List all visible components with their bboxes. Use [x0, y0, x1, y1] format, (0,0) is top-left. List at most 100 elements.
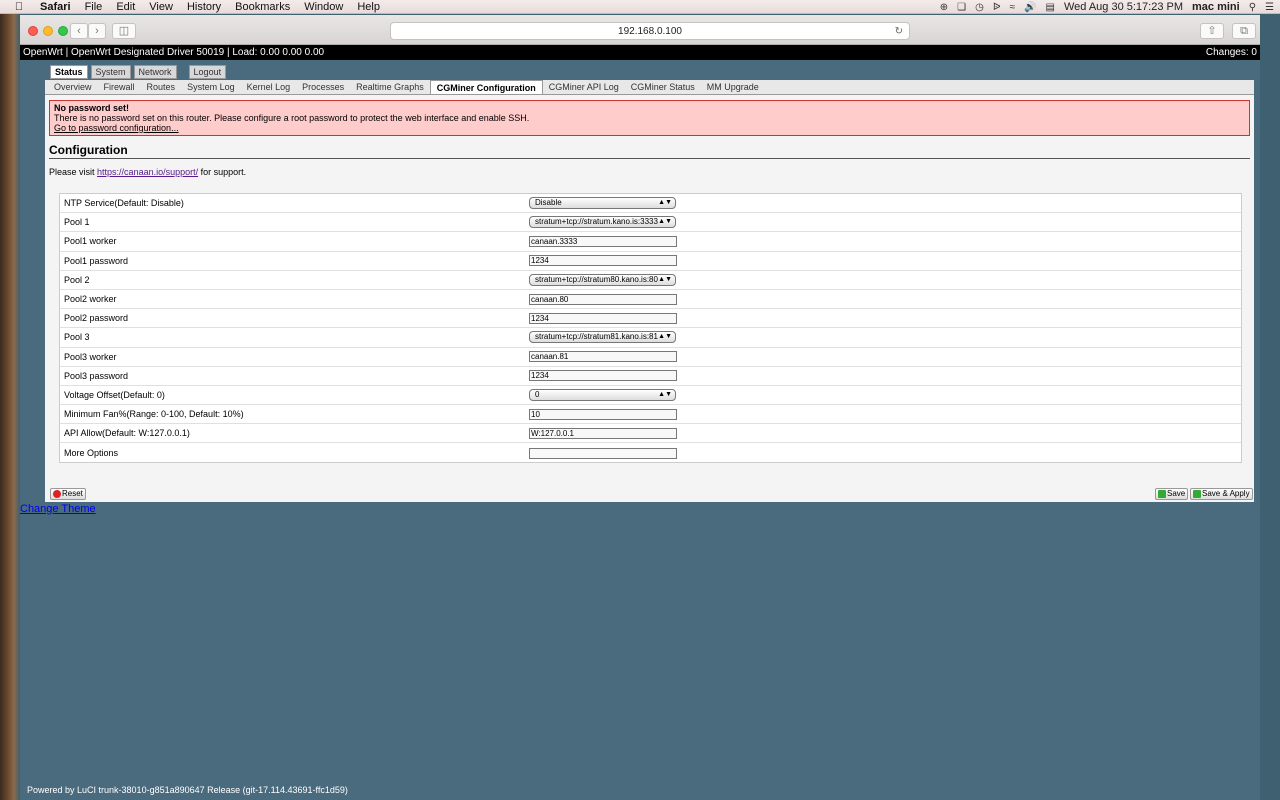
input-menu-icon[interactable]: ▤ — [1046, 2, 1055, 13]
api-allow-input[interactable]: W:127.0.0.1 — [529, 427, 677, 439]
tab-status[interactable]: Status — [50, 65, 88, 79]
web-page: OpenWrt | OpenWrt Designated Driver 5001… — [20, 45, 1260, 800]
field-row-pool1-worker: Pool1 worker canaan.3333 — [60, 232, 1241, 252]
field-label: Pool 1 — [64, 217, 90, 228]
tab-network[interactable]: Network — [133, 65, 177, 79]
field-row-more-options: More Options — [60, 443, 1241, 462]
window-icon[interactable]: ❏ — [957, 2, 966, 13]
pool1-select[interactable]: stratum+tcp://stratum.kano.is:3333 ▲▼ — [529, 216, 676, 229]
subtab-kernel-log[interactable]: Kernel Log — [241, 80, 297, 94]
tab-logout[interactable]: Logout — [188, 65, 227, 79]
menu-bookmarks[interactable]: Bookmarks — [235, 1, 290, 13]
page-title: Configuration — [49, 144, 1250, 159]
wifi-icon[interactable]: ≈ — [1010, 2, 1016, 13]
back-button[interactable]: ‹ — [70, 23, 88, 39]
save-label: Save — [1167, 489, 1186, 498]
save-apply-button[interactable]: Save & Apply — [1190, 488, 1253, 500]
pool2-password-input[interactable]: 1234 — [529, 312, 677, 324]
min-fan-input[interactable]: 10 — [529, 408, 677, 420]
openwrt-header: OpenWrt | OpenWrt Designated Driver 5001… — [20, 45, 1260, 60]
minimize-window-button[interactable] — [43, 26, 53, 36]
address-bar[interactable]: 192.168.0.100 ↻ — [390, 22, 910, 40]
crosshair-icon[interactable]: ⊕ — [940, 2, 948, 13]
pool1-worker-input[interactable]: canaan.3333 — [529, 235, 677, 247]
field-row-pool3: Pool 3 stratum+tcp://stratum81.kano.is:8… — [60, 328, 1241, 348]
volume-icon[interactable]: 🔊 — [1024, 2, 1036, 13]
field-label: Pool2 password — [64, 313, 129, 324]
notification-center-icon[interactable]: ☰ — [1265, 2, 1274, 13]
menu-view[interactable]: View — [149, 1, 173, 13]
field-label: Pool1 password — [64, 255, 129, 266]
menu-safari[interactable]: Safari — [40, 1, 71, 13]
password-config-link[interactable]: Go to password configuration... — [54, 123, 179, 133]
main-panel: Overview Firewall Routes System Log Kern… — [45, 80, 1254, 502]
show-tabs-button[interactable]: ⧉ — [1232, 23, 1256, 39]
subtab-cgminer-status[interactable]: CGMiner Status — [625, 80, 701, 94]
field-label: NTP Service(Default: Disable) — [64, 198, 184, 209]
field-label: Pool 2 — [64, 274, 90, 285]
field-row-pool2-worker: Pool2 worker canaan.80 — [60, 290, 1241, 310]
spotlight-search-icon[interactable]: ⚲ — [1249, 2, 1256, 13]
subtab-firewall[interactable]: Firewall — [98, 80, 141, 94]
menu-edit[interactable]: Edit — [116, 1, 135, 13]
pool1-password-input[interactable]: 1234 — [529, 255, 677, 267]
share-icon: ⇧ — [1207, 25, 1217, 37]
subtab-routes[interactable]: Routes — [141, 80, 182, 94]
user-name[interactable]: mac mini — [1192, 1, 1240, 13]
zoom-window-button[interactable] — [58, 26, 68, 36]
menu-help[interactable]: Help — [357, 1, 380, 13]
field-row-pool1: Pool 1 stratum+tcp://stratum.kano.is:333… — [60, 213, 1241, 233]
select-value: stratum+tcp://stratum80.kano.is:80 — [535, 274, 658, 284]
bluetooth-icon[interactable]: ᐉ — [993, 2, 1001, 13]
pool2-worker-input[interactable]: canaan.80 — [529, 293, 677, 305]
powered-by-footer: Powered by LuCI trunk-38010-g851a890647 … — [27, 785, 348, 795]
form-actions: Reset Save Save & Apply — [45, 485, 1254, 502]
field-label: API Allow(Default: W:127.0.0.1) — [64, 428, 190, 439]
menu-window[interactable]: Window — [304, 1, 343, 13]
menu-file[interactable]: File — [85, 1, 103, 13]
field-row-voltage-offset: Voltage Offset(Default: 0) 0 ▲▼ — [60, 386, 1241, 406]
url-text: 192.168.0.100 — [618, 26, 682, 37]
menu-history[interactable]: History — [187, 1, 221, 13]
support-link[interactable]: https://canaan.io/support/ — [97, 167, 198, 177]
field-label: Minimum Fan%(Range: 0-100, Default: 10%) — [64, 409, 244, 420]
voltage-offset-select[interactable]: 0 ▲▼ — [529, 388, 676, 401]
field-label: Pool2 worker — [64, 294, 117, 305]
save-button[interactable]: Save — [1155, 488, 1189, 500]
field-row-pool2-password: Pool2 password 1234 — [60, 309, 1241, 329]
share-button[interactable]: ⇧ — [1200, 23, 1224, 39]
select-arrow-icon: ▲▼ — [658, 218, 672, 226]
subtab-realtime-graphs[interactable]: Realtime Graphs — [350, 80, 430, 94]
field-label: Pool 3 — [64, 332, 90, 343]
changes-count[interactable]: Changes: 0 — [1206, 45, 1257, 60]
top-tabs: Status System Network Logout — [50, 65, 227, 80]
pool3-password-input[interactable]: 1234 — [529, 370, 677, 382]
subtab-system-log[interactable]: System Log — [181, 80, 241, 94]
pool2-select[interactable]: stratum+tcp://stratum80.kano.is:80 ▲▼ — [529, 273, 676, 286]
pool3-worker-input[interactable]: canaan.81 — [529, 351, 677, 363]
pool3-select[interactable]: stratum+tcp://stratum81.kano.is:81 ▲▼ — [529, 331, 676, 344]
tab-system[interactable]: System — [90, 65, 131, 79]
reload-icon[interactable]: ↻ — [895, 23, 903, 40]
alert-title: No password set! — [54, 103, 130, 113]
more-options-input[interactable] — [529, 447, 677, 459]
reset-button[interactable]: Reset — [50, 488, 86, 500]
field-label: More Options — [64, 448, 119, 459]
subtab-cgminer-api-log[interactable]: CGMiner API Log — [543, 80, 625, 94]
close-window-button[interactable] — [28, 26, 38, 36]
time-machine-icon[interactable]: ◷ — [975, 2, 984, 13]
clock[interactable]: Wed Aug 30 5:17:23 PM — [1064, 1, 1183, 13]
subtab-cgminer-configuration[interactable]: CGMiner Configuration — [429, 80, 543, 94]
subtab-processes[interactable]: Processes — [296, 80, 350, 94]
apple-icon[interactable]:  — [10, 1, 28, 13]
subtab-mm-upgrade[interactable]: MM Upgrade — [701, 80, 765, 94]
field-row-pool3-password: Pool3 password 1234 — [60, 367, 1241, 386]
change-theme-link[interactable]: Change Theme — [20, 503, 96, 515]
chevron-left-icon: ‹ — [77, 25, 81, 37]
ntp-service-select[interactable]: Disable ▲▼ — [529, 197, 676, 210]
forward-button[interactable]: › — [88, 23, 106, 39]
field-row-pool3-worker: Pool3 worker canaan.81 — [60, 348, 1241, 367]
select-value: Disable — [535, 198, 562, 208]
sidebar-button[interactable]: ◫ — [112, 23, 136, 39]
subtab-overview[interactable]: Overview — [48, 80, 98, 94]
